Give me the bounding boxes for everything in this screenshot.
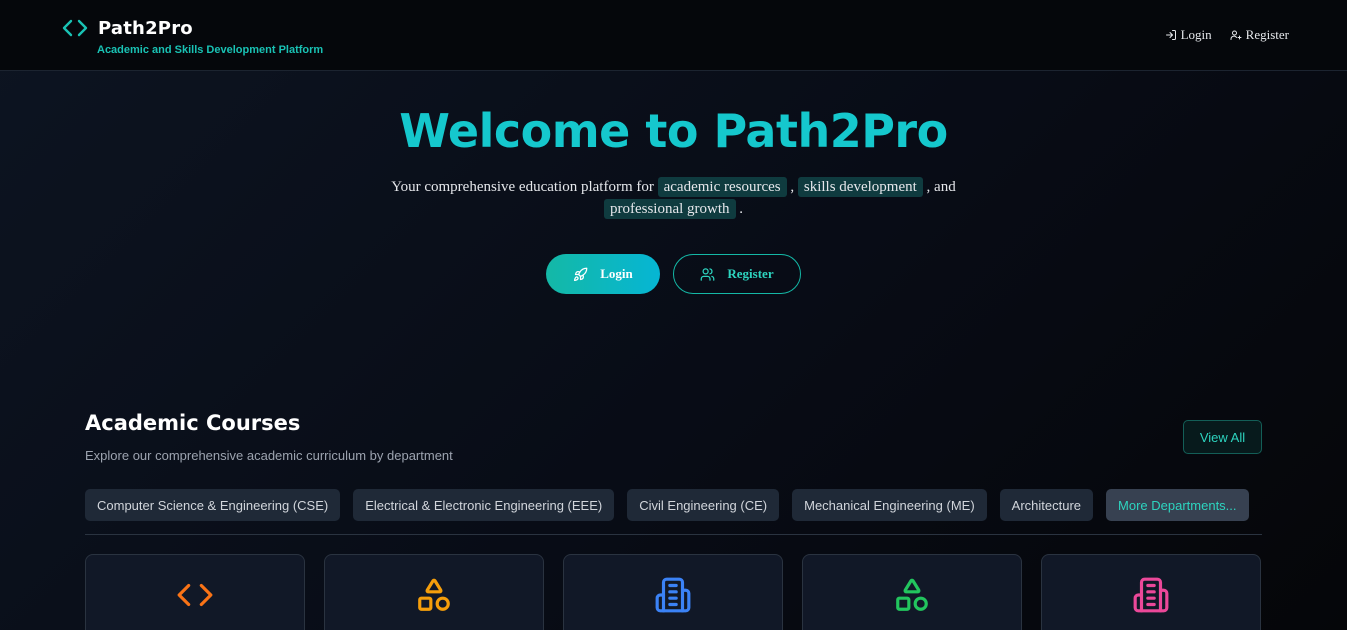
nav-register-label: Register xyxy=(1245,27,1289,42)
brand-subtitle: Academic and Skills Development Platform xyxy=(97,44,324,56)
course-card-me[interactable] xyxy=(802,554,1022,630)
course-card-eee[interactable] xyxy=(324,554,544,630)
header-nav: Login Register xyxy=(1165,27,1289,43)
department-filter-chips: Computer Science & Engineering (CSE) Ele… xyxy=(85,489,1249,521)
department-chip-architecture[interactable]: Architecture xyxy=(999,489,1094,521)
shapes-icon xyxy=(896,578,928,611)
hero-description: Your comprehensive education platform fo… xyxy=(360,176,987,220)
highlight-academic-resources: academic resources xyxy=(657,177,787,197)
department-chip-cse[interactable]: Computer Science & Engineering (CSE) xyxy=(85,489,341,521)
nav-login-link[interactable]: Login xyxy=(1165,27,1212,43)
brand[interactable]: Path2Pro Academic and Skills Development… xyxy=(62,16,323,56)
users-icon xyxy=(701,267,715,281)
more-departments-chip[interactable]: More Departments... xyxy=(1106,489,1249,521)
login-icon xyxy=(1165,30,1176,40)
courses-section-subtitle: Explore our comprehensive academic curri… xyxy=(85,448,453,463)
hero-register-label: Register xyxy=(727,266,774,281)
building-icon xyxy=(655,577,691,613)
section-divider xyxy=(85,534,1262,535)
hero-desc-suffix: . xyxy=(735,201,744,217)
course-card-cse[interactable] xyxy=(85,554,305,630)
hero-desc-sep-2: , and xyxy=(922,179,956,195)
code-icon xyxy=(62,16,88,40)
shapes-icon xyxy=(418,578,450,611)
course-cards xyxy=(85,554,1261,630)
course-card-architecture[interactable] xyxy=(1041,554,1261,630)
hero-desc-prefix: Your comprehensive education platform fo… xyxy=(391,179,658,195)
nav-login-label: Login xyxy=(1180,27,1212,42)
highlight-professional-growth: professional growth xyxy=(603,199,736,219)
courses-section-title: Academic Courses xyxy=(85,411,301,435)
top-header: Path2Pro Academic and Skills Development… xyxy=(0,0,1347,71)
department-chip-ce[interactable]: Civil Engineering (CE) xyxy=(627,489,780,521)
hero-title: Welcome to Path2Pro xyxy=(399,104,948,158)
hero-desc-sep-1: , xyxy=(786,179,798,195)
user-plus-icon xyxy=(1230,30,1242,40)
hero-buttons: Login Register xyxy=(546,254,801,294)
hero-login-button[interactable]: Login xyxy=(546,254,660,294)
department-chip-me[interactable]: Mechanical Engineering (ME) xyxy=(792,489,987,521)
course-card-ce[interactable] xyxy=(563,554,783,630)
hero-register-button[interactable]: Register xyxy=(673,254,801,294)
building-icon xyxy=(1133,577,1169,613)
code-icon xyxy=(177,583,213,607)
nav-register-link[interactable]: Register xyxy=(1230,27,1289,43)
highlight-skills-development: skills development xyxy=(797,177,923,197)
brand-title: Path2Pro xyxy=(98,17,193,39)
department-chip-eee[interactable]: Electrical & Electronic Engineering (EEE… xyxy=(353,489,615,521)
rocket-icon xyxy=(574,267,588,281)
hero-login-label: Login xyxy=(600,266,633,281)
view-all-button[interactable]: View All xyxy=(1183,420,1262,454)
